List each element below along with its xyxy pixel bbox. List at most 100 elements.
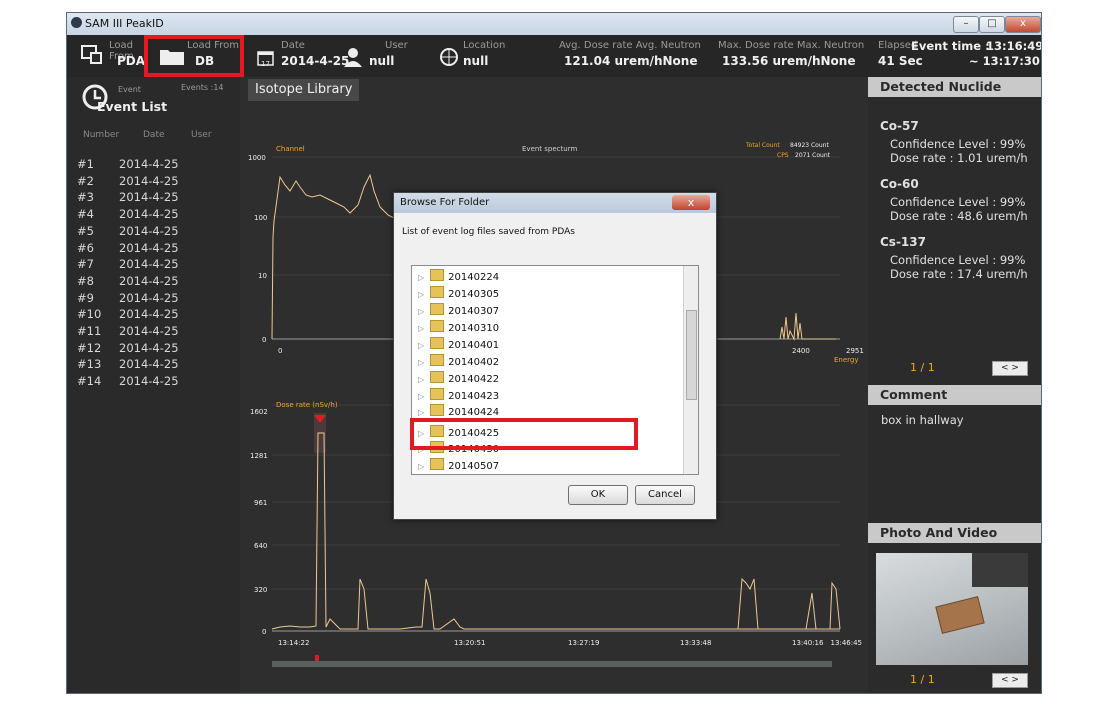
event-row[interactable]: #4 2014-4-25: [77, 207, 179, 221]
event-number: #4: [77, 207, 94, 222]
event-row[interactable]: #1 2014-4-25: [77, 157, 179, 171]
spectrum-title: Event specturm: [522, 145, 577, 153]
nuclide-dose: Dose rate : 17.4 urem/h: [890, 267, 1028, 281]
event-date: 2014-4-25: [119, 190, 179, 205]
folder-icon: [430, 458, 445, 470]
folder-item[interactable]: ▷ 20140305: [418, 286, 499, 300]
browse-folder-dialog: Browse For Folder x List of event log fi…: [393, 192, 717, 520]
right-panel: Detected Nuclide Co-57 Confidence Level …: [868, 77, 1041, 693]
dose-ytick-640: 640: [254, 542, 267, 550]
minimize-button[interactable]: –: [953, 16, 979, 33]
folder-item[interactable]: ▷ 20140402: [418, 354, 499, 368]
folder-item[interactable]: ▷ 20140401: [418, 337, 499, 351]
nuclide-pager: 1 / 1: [910, 361, 935, 374]
user-value: null: [369, 54, 395, 68]
event-row[interactable]: #11 2014-4-25: [77, 324, 179, 338]
folder-label: 20140422: [448, 374, 500, 385]
folder-item[interactable]: ▷ 20140507: [418, 458, 499, 472]
event-number: #11: [77, 324, 102, 338]
user-icon: [344, 48, 362, 67]
expand-arrow-icon[interactable]: ▷: [418, 408, 424, 417]
folder-label: 20140507: [448, 461, 500, 472]
folder-item[interactable]: ▷ 20140422: [418, 371, 499, 385]
folder-label: 20140307: [448, 306, 500, 317]
folder-label: 20140402: [448, 357, 500, 368]
folder-icon: [430, 303, 445, 315]
dose-ytick-0: 0: [262, 628, 266, 636]
folder-item[interactable]: ▷ 20140310: [418, 320, 499, 334]
folder-item[interactable]: ▷ 20140424: [418, 404, 499, 418]
expand-arrow-icon[interactable]: ▷: [418, 358, 424, 367]
isotope-library-tab[interactable]: Isotope Library: [248, 79, 360, 101]
cancel-button[interactable]: Cancel: [635, 485, 695, 505]
event-row[interactable]: #3 2014-4-25: [77, 190, 179, 204]
spectrum-ytick-1000: 1000: [248, 154, 266, 162]
dialog-description: List of event log files saved from PDAs: [402, 227, 575, 237]
event-row[interactable]: #5 2014-4-25: [77, 224, 179, 238]
folder-icon: [430, 354, 445, 366]
dose-ytick-1281: 1281: [250, 452, 268, 460]
expand-arrow-icon[interactable]: ▷: [418, 324, 424, 333]
total-count-label: Total Count: [745, 142, 780, 149]
expand-arrow-icon[interactable]: ▷: [418, 375, 424, 384]
folder-icon: [430, 286, 445, 298]
event-row[interactable]: #2 2014-4-25: [77, 174, 179, 188]
dose-xtick-2: 13:20:51: [454, 639, 485, 647]
spectrum-ylabel: Channel: [276, 145, 305, 153]
expand-arrow-icon[interactable]: ▷: [418, 290, 424, 299]
spectrum-xtick-2951: 2951: [846, 347, 864, 355]
folder-label: 20140401: [448, 340, 500, 351]
dose-xtick-5: 13:40:16: [792, 639, 824, 647]
event-row[interactable]: #9 2014-4-25: [77, 291, 179, 305]
event-date: 2014-4-25: [119, 257, 179, 272]
event-row[interactable]: #10 2014-4-25: [77, 307, 179, 321]
load-from-pda-button[interactable]: Load From PDA: [67, 35, 145, 77]
maximize-button[interactable]: □: [979, 16, 1005, 33]
event-row[interactable]: #12 2014-4-25: [77, 341, 179, 355]
nuclide-nav-buttons[interactable]: < >: [992, 361, 1028, 376]
expand-arrow-icon[interactable]: ▷: [418, 307, 424, 316]
event-label: Event: [118, 85, 141, 94]
event-date: 2014-4-25: [119, 240, 179, 255]
close-button[interactable]: x: [1005, 16, 1041, 33]
expand-arrow-icon[interactable]: ▷: [418, 273, 424, 282]
column-user: User: [191, 130, 212, 140]
folder-item[interactable]: ▷ 20140307: [418, 303, 499, 317]
location-label: Location: [463, 40, 506, 51]
event-row[interactable]: #13 2014-4-25: [77, 357, 179, 371]
expand-arrow-icon[interactable]: ▷: [418, 462, 424, 471]
date-label: Date: [281, 40, 305, 51]
detected-nuclide-header: Detected Nuclide: [868, 77, 1041, 97]
event-number: #6: [77, 240, 94, 255]
event-row[interactable]: #6 2014-4-25: [77, 241, 179, 255]
photo-video-header: Photo And Video: [868, 523, 1041, 543]
spectrum-trace-right: [779, 312, 836, 341]
tree-scrollbar[interactable]: [683, 266, 698, 474]
expand-arrow-icon[interactable]: ▷: [418, 341, 424, 350]
event-number: #5: [77, 223, 94, 238]
title-bar: SAM III PeakID – □ x: [67, 13, 1041, 35]
spectrum-ytick-10: 10: [258, 272, 267, 280]
photo-thumbnail[interactable]: [876, 553, 1028, 665]
spectrum-xlabel: Energy: [834, 356, 859, 364]
folder-item[interactable]: ▷ 20140224: [418, 269, 499, 283]
event-row[interactable]: #8 2014-4-25: [77, 274, 179, 288]
event-row[interactable]: #14 2014-4-25: [77, 374, 179, 388]
expand-arrow-icon[interactable]: ▷: [418, 392, 424, 401]
media-nav-buttons[interactable]: < >: [992, 673, 1028, 688]
event-row[interactable]: #7 2014-4-25: [77, 257, 179, 271]
dose-ytick-320: 320: [254, 586, 267, 594]
dialog-close-button[interactable]: x: [672, 195, 710, 210]
window-title: SAM III PeakID: [85, 17, 164, 30]
event-time-end: ~ 13:17:30.4: [969, 54, 1041, 68]
folder-label: 20140305: [448, 289, 500, 300]
event-date: 2014-4-25: [119, 307, 179, 322]
folder-icon: [430, 269, 445, 281]
media-pager: 1 / 1: [910, 673, 935, 686]
folder-item[interactable]: ▷ 20140423: [418, 388, 499, 402]
user-label: User: [385, 40, 408, 51]
ok-button[interactable]: OK: [568, 485, 628, 505]
events-count: Events :14: [181, 83, 224, 92]
folder-label: 20140224: [448, 272, 500, 283]
timeline-marker[interactable]: [315, 655, 319, 661]
